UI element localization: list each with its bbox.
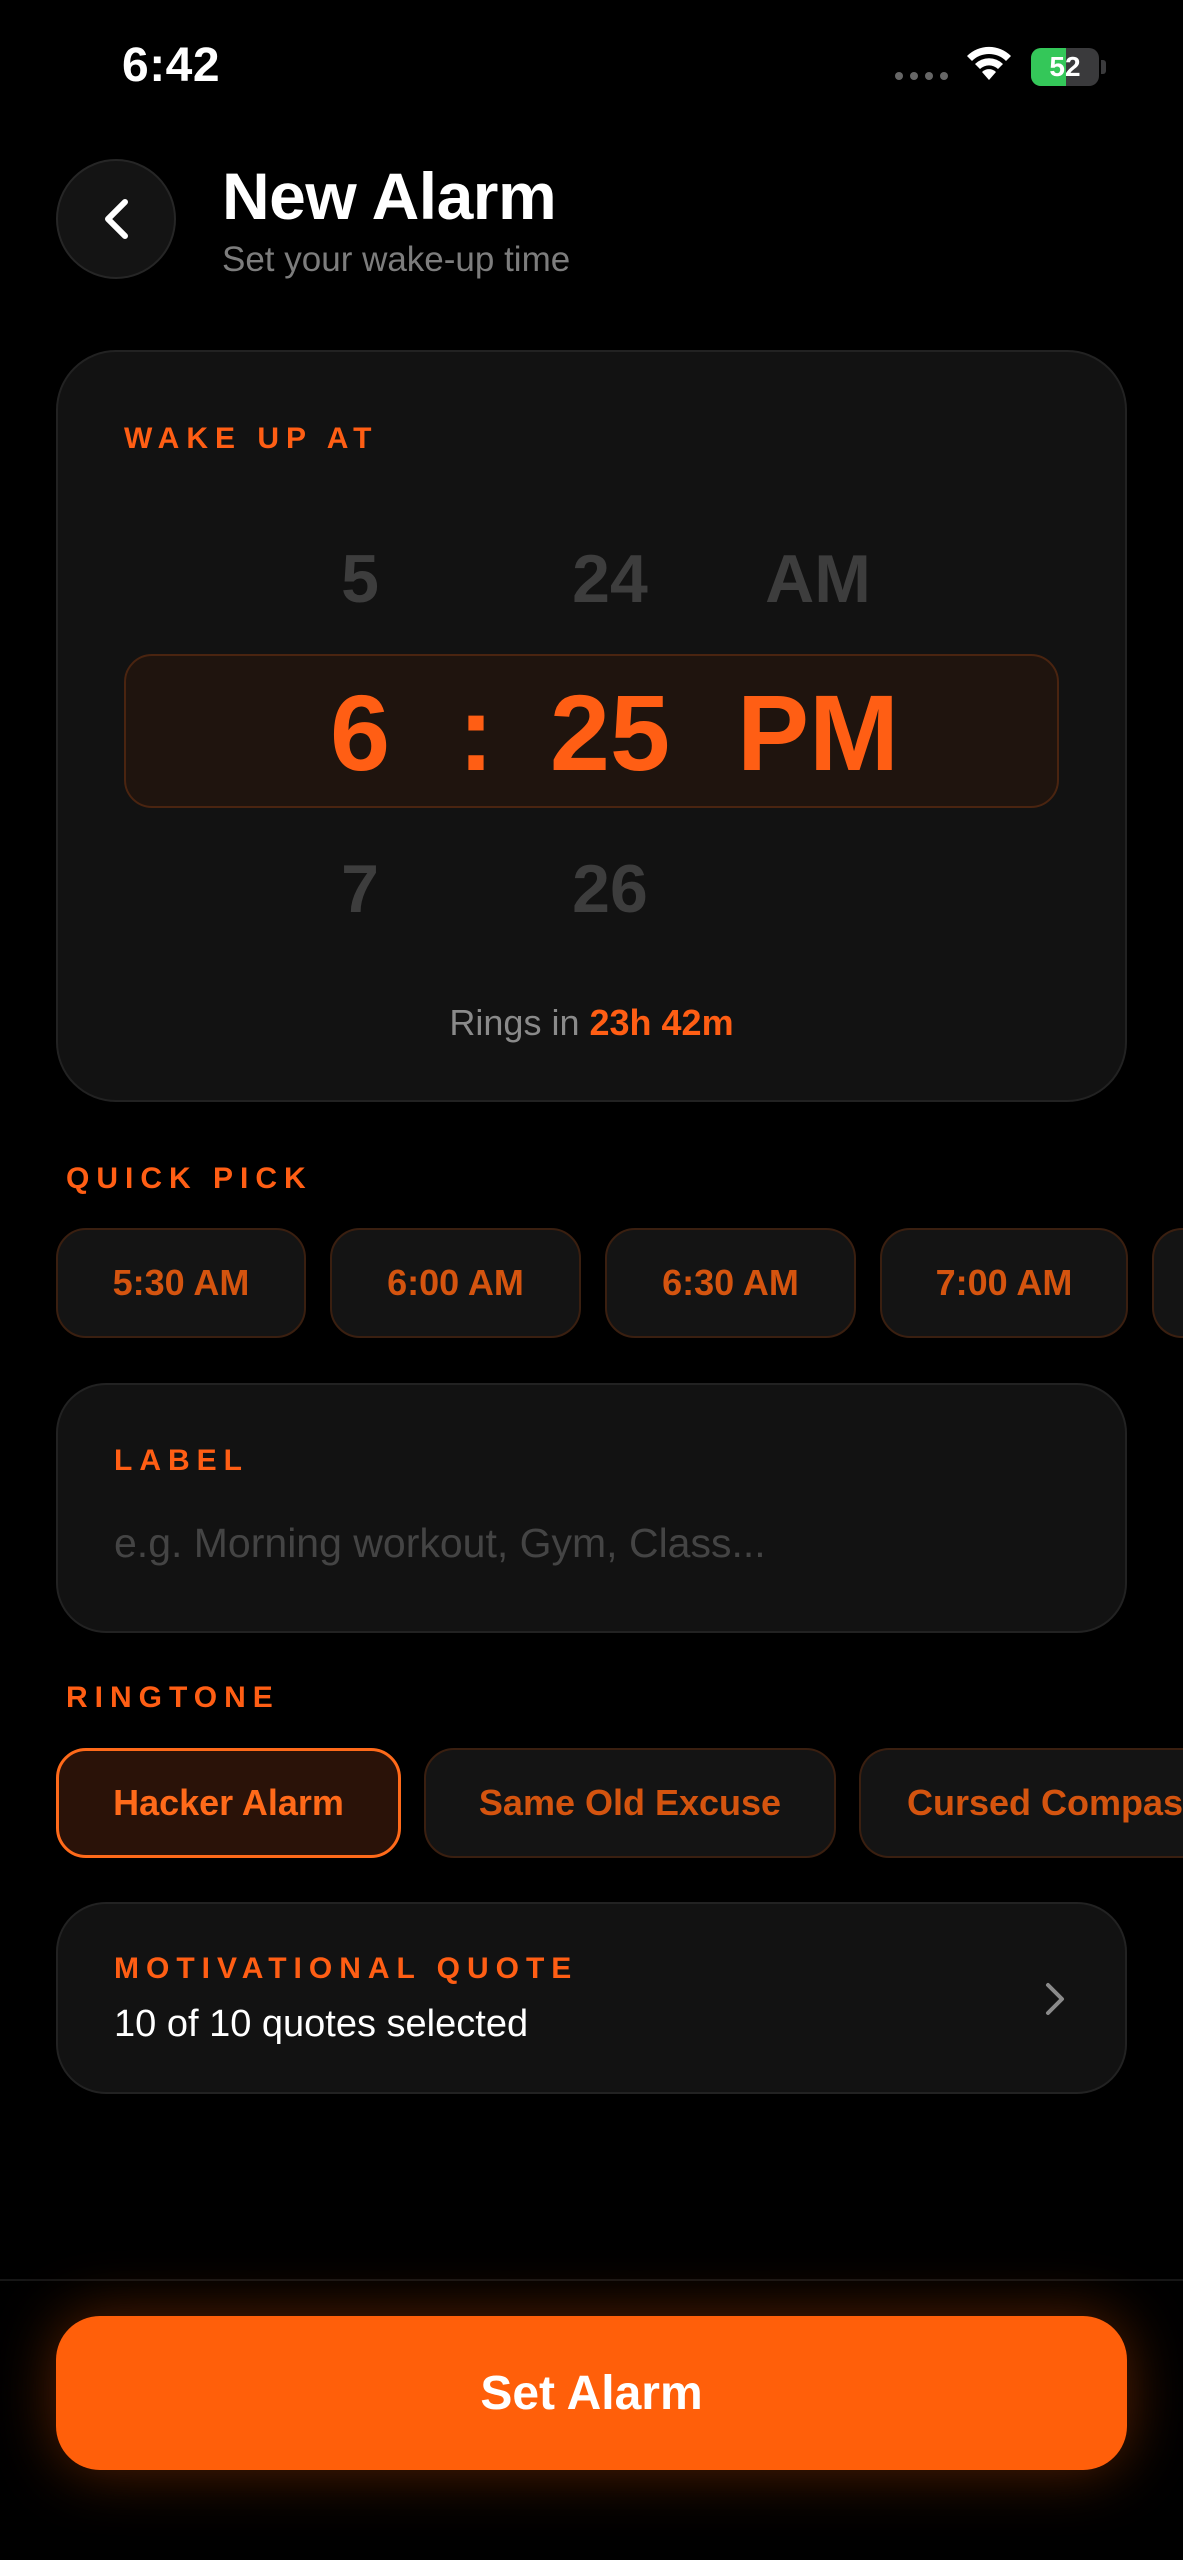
wifi-icon xyxy=(967,46,1011,80)
quick-pick-chip-3[interactable]: 6:30 AM xyxy=(605,1228,856,1338)
period-selected[interactable]: PM xyxy=(708,670,928,795)
rings-in-prefix: Rings in xyxy=(449,1002,580,1043)
chevron-right-icon xyxy=(1046,1983,1064,2015)
time-separator: : xyxy=(458,672,494,793)
motivational-quote-label: MOTIVATIONAL QUOTE xyxy=(114,1952,579,1985)
page-subtitle: Set your wake-up time xyxy=(222,240,571,279)
chevron-left-icon xyxy=(105,199,128,239)
page-title: New Alarm xyxy=(222,159,557,233)
back-button[interactable] xyxy=(56,159,176,279)
minute-wheel-above[interactable]: 24 xyxy=(510,540,710,618)
cellular-signal-icon xyxy=(895,72,948,80)
quick-pick-chip-overflow[interactable] xyxy=(1152,1228,1183,1338)
label-card[interactable] xyxy=(56,1383,1127,1633)
quick-pick-label: QUICK PICK xyxy=(66,1162,313,1195)
period-wheel-above[interactable]: AM xyxy=(718,540,918,618)
ringtone-chip-same-old-excuse[interactable]: Same Old Excuse xyxy=(424,1748,836,1858)
rings-in-value: 23h 42m xyxy=(589,1002,734,1043)
minute-selected[interactable]: 25 xyxy=(510,670,710,795)
hour-selected[interactable]: 6 xyxy=(260,670,460,795)
hour-wheel-below[interactable]: 7 xyxy=(260,850,460,928)
ringtone-label: RINGTONE xyxy=(66,1681,280,1714)
quick-pick-chip-2[interactable]: 6:00 AM xyxy=(330,1228,581,1338)
set-alarm-button[interactable]: Set Alarm xyxy=(56,2316,1127,2470)
label-input[interactable]: e.g. Morning workout, Gym, Class... xyxy=(114,1520,766,1567)
ringtone-chip-cursed-compass[interactable]: Cursed Compass xyxy=(859,1748,1183,1858)
motivational-quote-card[interactable] xyxy=(56,1902,1127,2094)
bottom-divider xyxy=(0,2279,1183,2281)
minute-wheel-below[interactable]: 26 xyxy=(510,850,710,928)
quick-pick-chip-4[interactable]: 7:00 AM xyxy=(880,1228,1128,1338)
quote-selection-count: 10 of 10 quotes selected xyxy=(114,2003,529,2045)
hour-wheel-above[interactable]: 5 xyxy=(260,540,460,618)
quick-pick-chip-1[interactable]: 5:30 AM xyxy=(56,1228,306,1338)
wake-up-label: WAKE UP AT xyxy=(124,422,379,455)
rings-in-text: Rings in 23h 42m xyxy=(0,1002,1183,1044)
label-field-label: LABEL xyxy=(114,1444,249,1477)
battery-level-text: 52 xyxy=(1049,51,1081,82)
status-time: 6:42 xyxy=(122,39,221,92)
battery-icon: 52 xyxy=(1031,48,1107,86)
ringtone-chip-hacker-alarm[interactable]: Hacker Alarm xyxy=(56,1748,401,1858)
